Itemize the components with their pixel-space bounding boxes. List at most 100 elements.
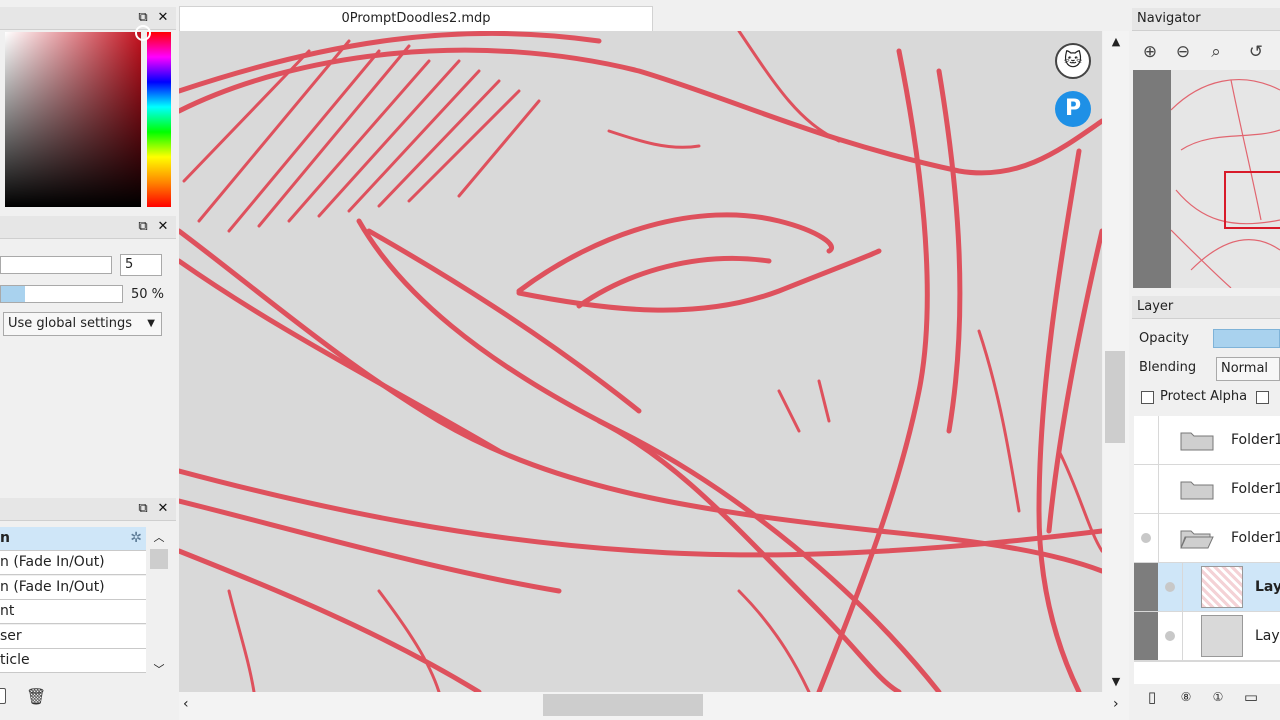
layer-row[interactable]: Lay (1134, 612, 1280, 661)
list-item[interactable]: n (Fade In/Out) (0, 551, 146, 575)
trash-icon[interactable]: 🗑 (26, 687, 46, 706)
color-cursor (135, 25, 151, 41)
hue-slider[interactable] (147, 32, 171, 207)
scroll-up-icon[interactable]: ︿ (148, 529, 170, 545)
layer-row[interactable]: Folder1 (1134, 514, 1280, 563)
new-1bit-layer-icon[interactable]: ① (1209, 688, 1227, 706)
visibility-toggle[interactable] (1158, 612, 1183, 660)
brush-item-label: n (0, 530, 10, 546)
scroll-thumb[interactable] (1105, 351, 1125, 443)
brush-item-label: nt (0, 603, 15, 619)
layer-row[interactable]: Folder1 (1134, 465, 1280, 514)
brush-mode-value: Use global settings (8, 316, 133, 331)
saturation-value-picker[interactable] (5, 32, 141, 207)
new-layer-icon[interactable]: ▯ (1143, 688, 1161, 706)
layer-thumbnail (1201, 615, 1243, 657)
layer-name: Folder1 (1231, 481, 1280, 497)
layer-list-footer (1134, 661, 1280, 684)
gear-icon[interactable]: ✲ (130, 527, 142, 550)
close-icon[interactable]: ✕ (154, 218, 172, 236)
layer-row-selected[interactable]: Lay (1134, 563, 1280, 612)
brush-item-label: n (Fade In/Out) (0, 554, 105, 570)
visibility-toggle[interactable] (1158, 563, 1183, 611)
clipping-checkbox[interactable] (1256, 391, 1269, 404)
document-tab[interactable]: 0PromptDoodles2.mdp (179, 6, 653, 32)
eye-icon (1165, 582, 1175, 592)
opacity-slider[interactable] (0, 285, 123, 303)
scroll-thumb[interactable] (150, 549, 168, 569)
blending-value: Normal (1221, 361, 1269, 376)
scroll-down-icon[interactable]: ﹀ (148, 661, 170, 677)
brush-panel-header: ⧉ ✕ (0, 498, 176, 521)
list-item[interactable]: n ✲ (0, 527, 146, 551)
brush-settings-header: ⧉ ✕ (0, 216, 176, 239)
size-input[interactable]: 5 (120, 254, 162, 276)
scroll-left-icon[interactable]: ‹ (183, 696, 189, 712)
navigator-header: Navigator (1132, 8, 1280, 31)
navigator-title: Navigator (1137, 11, 1201, 26)
folder-indent-bar (1134, 563, 1158, 611)
scroll-thumb[interactable] (543, 694, 703, 716)
zoom-in-icon[interactable]: ⊕ (1138, 40, 1162, 64)
brush-item-label: n (Fade In/Out) (0, 579, 105, 595)
navigator-preview[interactable] (1133, 70, 1280, 288)
new-brush-icon[interactable] (0, 688, 6, 704)
layer-opacity-slider[interactable] (1213, 329, 1280, 348)
navigator-thumbnail (1171, 70, 1280, 288)
brush-mode-select[interactable]: Use global settings ▼ (3, 312, 162, 336)
layer-panel-title: Layer (1137, 299, 1174, 314)
folder-indent-bar (1134, 612, 1158, 660)
visibility-toggle[interactable] (1134, 514, 1159, 562)
layer-row[interactable]: Folder1 (1134, 416, 1280, 465)
thumbnail-strokes (1171, 79, 1280, 288)
canvas-horizontal-scrollbar[interactable]: ‹ › (179, 692, 1129, 720)
opacity-value: 50 % (131, 287, 165, 302)
folder-icon (1180, 432, 1214, 451)
brush-settings-panel: ⧉ ✕ 5 50 % Use global settings ▼ (0, 216, 178, 500)
rotate-icon[interactable]: ↺ (1244, 40, 1268, 64)
zoom-fit-icon[interactable]: ⌕ (1204, 40, 1228, 64)
brush-item-label: ticle (0, 652, 30, 668)
opacity-label: Opacity (1139, 331, 1190, 346)
protect-alpha-checkbox[interactable] (1141, 391, 1154, 404)
blending-label: Blending (1139, 360, 1197, 375)
list-item[interactable]: ticle (0, 649, 146, 673)
new-8bit-layer-icon[interactable]: ⑧ (1177, 688, 1195, 706)
blending-select[interactable]: Normal (1216, 357, 1280, 381)
scroll-up-icon[interactable]: ▲ (1103, 35, 1129, 48)
zoom-out-icon[interactable]: ⊖ (1171, 40, 1195, 64)
scroll-down-icon[interactable]: ▼ (1103, 675, 1129, 688)
opacity-slider-fill (1, 286, 26, 302)
close-icon[interactable]: ✕ (154, 500, 172, 518)
layer-name: Lay (1255, 579, 1280, 595)
drawing-canvas[interactable]: 🐱 P (179, 31, 1102, 692)
list-item[interactable]: ser (0, 625, 146, 649)
open-folder-icon (1180, 530, 1214, 549)
layer-header: Layer (1132, 296, 1280, 319)
close-icon[interactable]: ✕ (154, 9, 172, 27)
pixiv-icon[interactable]: P (1055, 91, 1091, 127)
protect-alpha-label: Protect Alpha (1160, 389, 1248, 404)
list-item[interactable]: nt (0, 600, 146, 624)
eye-icon (1165, 631, 1175, 641)
sketch-strokes (179, 31, 1102, 692)
visibility-toggle[interactable] (1134, 416, 1159, 464)
layer-name: Lay (1255, 628, 1280, 644)
new-folder-icon[interactable]: ▭ (1242, 688, 1260, 706)
eye-icon (1141, 533, 1151, 543)
layer-thumbnail (1201, 566, 1243, 608)
canvas-vertical-scrollbar[interactable]: ▲ ▼ (1103, 31, 1129, 692)
user-avatar-icon[interactable]: 🐱 (1055, 43, 1091, 79)
brush-panel: ⧉ ✕ n ✲ n (Fade In/Out) n (Fade In/Out) … (0, 498, 178, 720)
list-item[interactable]: n (Fade In/Out) (0, 576, 146, 600)
color-panel: ⧉ ✕ (0, 0, 178, 215)
brush-list-scrollbar[interactable]: ︿ ﹀ (148, 527, 170, 677)
float-window-icon[interactable]: ⧉ (134, 500, 152, 518)
layer-name: Folder1 (1231, 530, 1280, 546)
size-slider[interactable] (0, 256, 112, 274)
brush-item-label: ser (0, 628, 22, 644)
folder-icon (1180, 481, 1214, 500)
float-window-icon[interactable]: ⧉ (134, 218, 152, 236)
scroll-right-icon[interactable]: › (1113, 696, 1119, 712)
visibility-toggle[interactable] (1134, 465, 1159, 513)
